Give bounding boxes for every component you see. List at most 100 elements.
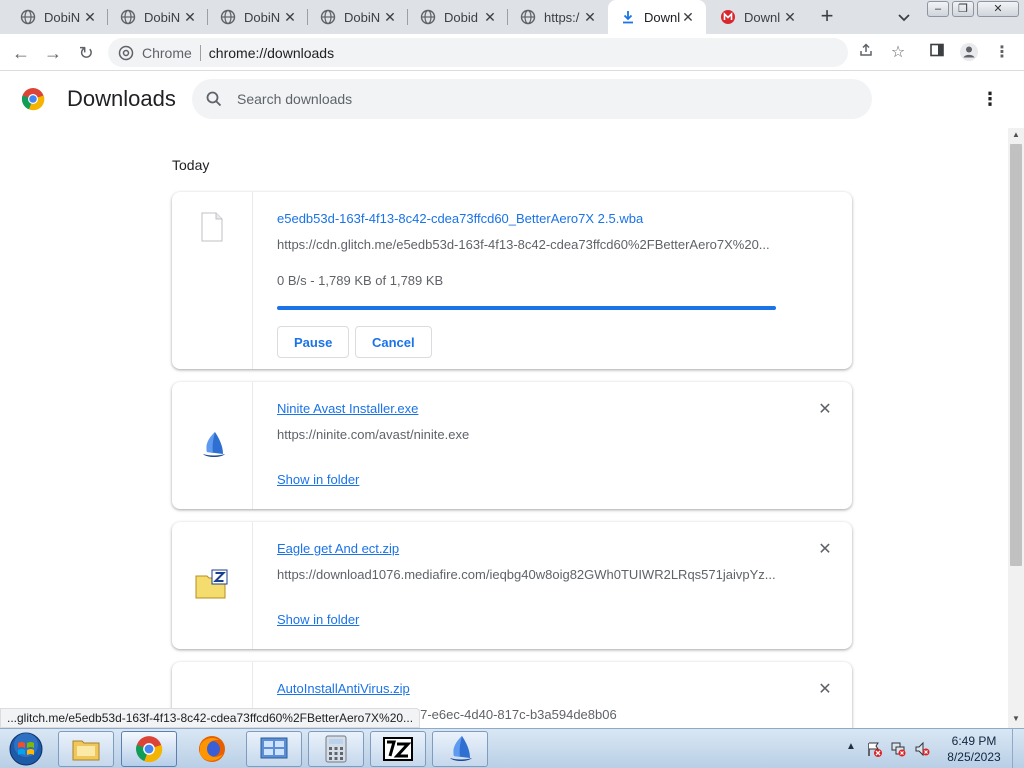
volume-muted-icon[interactable] xyxy=(914,741,930,757)
close-icon[interactable]: ✕ xyxy=(182,9,198,25)
download-item: Eagle get And ect.zip https://download10… xyxy=(172,522,852,649)
remove-icon[interactable]: ✕ xyxy=(817,542,833,558)
download-filename[interactable]: AutoInstallAntiVirus.zip xyxy=(277,681,410,696)
download-filename[interactable]: e5edb53d-163f-4f13-8c42-cdea73ffcd60_Bet… xyxy=(277,211,643,226)
new-tab-button[interactable]: + xyxy=(816,5,838,27)
share-icon[interactable] xyxy=(855,42,877,64)
search-input[interactable] xyxy=(237,91,837,107)
date-heading: Today xyxy=(172,157,210,173)
download-filename[interactable]: Eagle get And ect.zip xyxy=(277,541,399,556)
firefox-icon xyxy=(199,736,225,762)
close-icon[interactable]: ✕ xyxy=(680,9,696,25)
chrome-logo-icon xyxy=(21,88,45,111)
tab-1[interactable]: DobiN ✕ xyxy=(8,0,108,34)
tab-2[interactable]: DobiN ✕ xyxy=(108,0,208,34)
download-source-url[interactable]: https://cdn.glitch.me/e5edb53d-163f-4f13… xyxy=(277,237,770,252)
cancel-button[interactable]: Cancel xyxy=(355,326,432,358)
side-panel-icon[interactable] xyxy=(926,42,948,64)
tab-title: DobiN xyxy=(244,9,281,25)
zip-archive-icon xyxy=(195,569,228,599)
globe-icon xyxy=(20,9,36,25)
mega-icon xyxy=(721,10,735,24)
profile-avatar-icon[interactable] xyxy=(958,42,980,64)
link-status-bubble: ...glitch.me/e5edb53d-163f-4f13-8c42-cde… xyxy=(0,708,421,728)
remove-icon[interactable]: ✕ xyxy=(817,682,833,698)
globe-icon xyxy=(420,9,436,25)
ninite-icon xyxy=(203,432,225,457)
show-in-folder-link[interactable]: Show in folder xyxy=(277,612,359,627)
download-item: e5edb53d-163f-4f13-8c42-cdea73ffcd60_Bet… xyxy=(172,192,852,369)
show-in-folder-link[interactable]: Show in folder xyxy=(277,472,359,487)
scroll-down-arrow-icon[interactable]: ▼ xyxy=(1008,712,1024,726)
address-bar[interactable]: Chrome chrome://downloads xyxy=(108,38,848,67)
download-item: Ninite Avast Installer.exe https://ninit… xyxy=(172,382,852,509)
download-filename[interactable]: Ninite Avast Installer.exe xyxy=(277,401,418,416)
globe-icon xyxy=(120,9,136,25)
control-panel-icon xyxy=(260,737,288,759)
network-icon[interactable] xyxy=(890,741,906,757)
bookmark-star-icon[interactable]: ☆ xyxy=(887,42,909,64)
browser-menu-icon[interactable]: ⋮ xyxy=(991,42,1013,64)
download-icon-column xyxy=(172,192,253,369)
scroll-up-arrow-icon[interactable]: ▲ xyxy=(1008,128,1024,142)
tab-6[interactable]: https:/ ✕ xyxy=(508,0,608,34)
tab-3[interactable]: DobiN ✕ xyxy=(208,0,308,34)
window-close-button[interactable]: ✕ xyxy=(977,1,1019,17)
tab-5[interactable]: Dobid ✕ xyxy=(408,0,508,34)
downloads-header: Downloads ⋮ xyxy=(0,71,1024,128)
taskbar-chrome[interactable] xyxy=(121,731,177,767)
close-icon[interactable]: ✕ xyxy=(82,9,98,25)
tab-8[interactable]: Downl ✕ xyxy=(708,0,808,34)
tab-strip: DobiN ✕ DobiN ✕ DobiN ✕ DobiN ✕ Dobid ✕ … xyxy=(0,0,1024,34)
tab-title: https:/ xyxy=(544,9,580,25)
url-text[interactable]: chrome://downloads xyxy=(209,45,334,61)
download-icon-column xyxy=(172,522,253,649)
downloads-menu-icon[interactable]: ⋮ xyxy=(980,88,1000,110)
window-controls: – ❐ ✕ xyxy=(927,1,1022,18)
tab-title: DobiN xyxy=(344,9,381,25)
system-clock[interactable]: 6:49 PM 8/25/2023 xyxy=(940,733,1008,765)
download-icon-column xyxy=(172,382,253,509)
forward-arrow-icon[interactable]: → xyxy=(42,42,64,64)
pause-button[interactable]: Pause xyxy=(277,326,350,358)
remove-icon[interactable]: ✕ xyxy=(817,402,833,418)
tab-downloads-active[interactable]: Downl ✕ xyxy=(608,0,706,34)
taskbar-calculator[interactable] xyxy=(308,731,364,767)
action-center-flag-icon[interactable] xyxy=(866,741,882,757)
ninite-icon xyxy=(450,736,472,761)
search-icon xyxy=(206,91,222,107)
tray-expand-icon[interactable]: ▲ xyxy=(846,741,856,752)
taskbar-explorer[interactable] xyxy=(58,731,114,767)
close-icon[interactable]: ✕ xyxy=(382,9,398,25)
close-icon[interactable]: ✕ xyxy=(582,9,598,25)
scroll-thumb[interactable] xyxy=(1010,144,1022,566)
taskbar-7zip[interactable] xyxy=(370,731,426,767)
taskbar-ninite[interactable] xyxy=(432,731,488,767)
tab-search-chevron-icon[interactable] xyxy=(895,8,913,26)
tab-title: Dobid xyxy=(444,9,478,25)
tab-4[interactable]: DobiN ✕ xyxy=(308,0,408,34)
taskbar-firefox[interactable] xyxy=(184,731,240,767)
reload-icon[interactable]: ↻ xyxy=(75,42,97,64)
folder-icon xyxy=(72,740,100,761)
download-progress-bar xyxy=(277,306,776,310)
show-desktop-button[interactable] xyxy=(1012,729,1024,768)
close-icon[interactable]: ✕ xyxy=(782,9,798,25)
windows-start-orb-icon[interactable] xyxy=(4,731,48,767)
seven-zip-icon xyxy=(383,737,413,761)
chrome-icon xyxy=(136,736,163,763)
back-arrow-icon[interactable]: ← xyxy=(10,42,32,64)
minimize-button[interactable]: – xyxy=(927,1,949,17)
page-scrollbar[interactable]: ▲ ▼ xyxy=(1008,128,1024,728)
tab-title: Downl xyxy=(644,9,680,25)
close-icon[interactable]: ✕ xyxy=(282,9,298,25)
download-source-url[interactable]: https://download1076.mediafire.com/ieqbg… xyxy=(277,567,776,582)
search-downloads-box[interactable] xyxy=(192,79,872,119)
close-icon[interactable]: ✕ xyxy=(482,9,498,25)
site-label: Chrome xyxy=(142,44,192,61)
download-source-url[interactable]: https://ninite.com/avast/ninite.exe xyxy=(277,427,469,442)
restore-button[interactable]: ❐ xyxy=(952,1,974,17)
taskbar-control-panel[interactable] xyxy=(246,731,302,767)
downloads-list: Today e5edb53d-163f-4f13-8c42-cdea73ffcd… xyxy=(0,128,1008,728)
chrome-page-icon xyxy=(118,45,134,60)
